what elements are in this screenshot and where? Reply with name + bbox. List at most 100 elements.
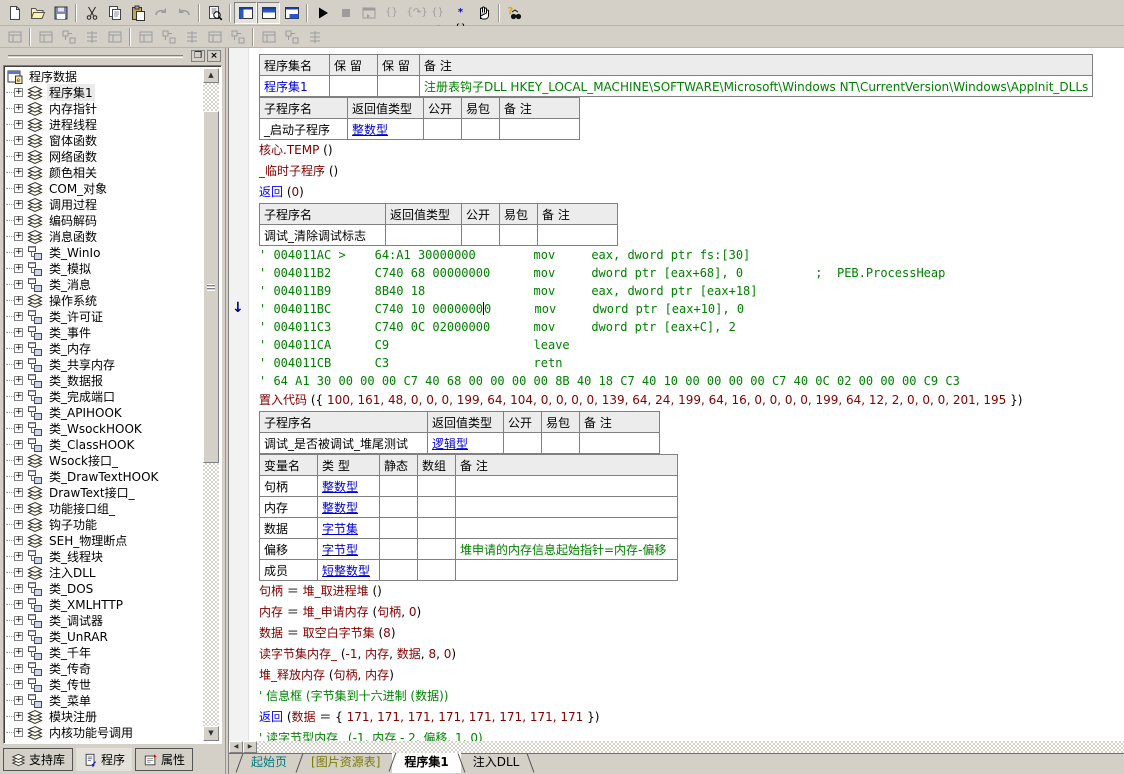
tree-item-类_事件[interactable]: +类_事件 [6, 324, 203, 340]
asm-comment-line[interactable]: ' 004011C3 C740 0C 02000000 mov dword pt… [259, 318, 1124, 336]
undo-button[interactable] [172, 2, 195, 24]
cut-button[interactable] [80, 2, 103, 24]
tree-expand-icon[interactable]: + [14, 632, 23, 641]
help-search-button[interactable]: ? [503, 2, 526, 24]
tree-item-操作系统[interactable]: +操作系统 [6, 292, 203, 308]
tree-expand-icon[interactable]: + [14, 280, 23, 289]
run-to-cursor-button[interactable]: *{} [449, 2, 472, 24]
tree-item-类_XMLHTTP[interactable]: +类_XMLHTTP [6, 596, 203, 612]
tree-expand-icon[interactable]: + [14, 152, 23, 161]
hscroll-track[interactable] [257, 741, 1124, 753]
tree-item-模块注册[interactable]: +模块注册 [6, 708, 203, 724]
tree-item-调用过程[interactable]: +调用过程 [6, 196, 203, 212]
doc-tab-起始页[interactable]: 起始页 [239, 754, 299, 772]
scroll-down-icon[interactable]: ▼ [203, 726, 219, 741]
asm-comment-line[interactable]: ' 64 A1 30 00 00 00 C7 40 68 00 00 00 00… [259, 372, 1124, 390]
tree-expand-icon[interactable]: + [14, 600, 23, 609]
find-button[interactable] [203, 2, 226, 24]
tree-expand-icon[interactable]: + [14, 328, 23, 337]
tree-item-类_消息[interactable]: +类_消息 [6, 276, 203, 292]
tree-item-编码解码[interactable]: +编码解码 [6, 212, 203, 228]
open-file-button[interactable] [26, 2, 49, 24]
tree-item-类_数据报[interactable]: +类_数据报 [6, 372, 203, 388]
panel-drag-grip[interactable] [8, 55, 183, 58]
table-cell[interactable] [380, 476, 418, 497]
tree-item-类_共享内存[interactable]: +类_共享内存 [6, 356, 203, 372]
table-cell[interactable] [330, 76, 378, 97]
tree-item-功能接口组_[interactable]: +功能接口组_ [6, 500, 203, 516]
code-line[interactable]: _临时子程序 () [259, 161, 1124, 182]
tree-item-DrawText接口_[interactable]: +DrawText接口_ [6, 484, 203, 500]
table-cell[interactable] [456, 497, 678, 518]
tree-expand-icon[interactable]: + [14, 552, 23, 561]
table-cell[interactable]: 内存 [260, 497, 318, 518]
table-cell[interactable]: 调试_是否被调试_堆尾测试 [260, 433, 428, 454]
code-line[interactable]: 核心.TEMP () [259, 140, 1124, 161]
tree-expand-icon[interactable]: + [14, 728, 23, 737]
tree-expand-icon[interactable]: + [14, 88, 23, 97]
tree-expand-icon[interactable]: + [14, 648, 23, 657]
asm-comment-line[interactable]: ' 004011B9 8B40 18 mov eax, dword ptr [e… [259, 282, 1124, 300]
pause-button[interactable] [472, 2, 495, 24]
table-cell[interactable] [580, 433, 660, 454]
table-cell[interactable] [500, 225, 538, 246]
add-widget-button[interactable] [57, 27, 80, 46]
table-cell[interactable] [380, 539, 418, 560]
tree-expand-icon[interactable]: + [14, 456, 23, 465]
tree-scroll-track[interactable] [203, 83, 219, 726]
tree-expand-icon[interactable]: + [14, 344, 23, 353]
same-height-button[interactable] [280, 27, 303, 46]
table-cell[interactable]: 数据 [260, 518, 318, 539]
align-center-button[interactable] [157, 27, 180, 46]
tree-item-类_APIHOOK[interactable]: +类_APIHOOK [6, 404, 203, 420]
step-over-button[interactable]: {↷} [403, 2, 426, 24]
panel-tab-属性[interactable]: 属性 [135, 748, 193, 771]
tree-expand-icon[interactable]: + [14, 136, 23, 145]
scroll-right-icon[interactable]: ▶ [243, 741, 257, 753]
tree-item-类_DrawTextHOOK[interactable]: +类_DrawTextHOOK [6, 468, 203, 484]
tree-expand-icon[interactable]: + [14, 568, 23, 577]
table-cell[interactable] [386, 225, 462, 246]
code-line[interactable]: 堆_释放内存 (句柄, 内存) [259, 665, 1124, 686]
table-cell[interactable] [380, 497, 418, 518]
step-out-button[interactable]: {}↗ [426, 2, 449, 24]
doc-tab-注入DLL[interactable]: 注入DLL [461, 754, 532, 772]
tree-expand-icon[interactable]: + [14, 200, 23, 209]
code-line[interactable]: 返回 (0) [259, 182, 1124, 203]
tree-item-类_ClassHOOK[interactable]: +类_ClassHOOK [6, 436, 203, 452]
editor-content[interactable]: 程序集名保 留保 留备 注程序集1注册表钩子DLL HKEY_LOCAL_MAC… [250, 48, 1124, 741]
code-editor[interactable]: ↓ 程序集名保 留保 留备 注程序集1注册表钩子DLL HKEY_LOCAL_M… [228, 48, 1124, 774]
tree-item-注入DLL[interactable]: +注入DLL [6, 564, 203, 580]
tree-expand-icon[interactable]: + [14, 584, 23, 593]
align-middle-button[interactable] [203, 27, 226, 46]
code-line[interactable]: 读字节集内存_ (-1, 内存, 数据, 8, 0) [259, 644, 1124, 665]
tree-item-类_模拟[interactable]: +类_模拟 [6, 260, 203, 276]
redo-button[interactable] [149, 2, 172, 24]
table-cell[interactable] [380, 560, 418, 581]
form-designer-button[interactable] [3, 27, 26, 46]
table-cell[interactable]: 字节集 [318, 518, 380, 539]
tree-item-消息函数[interactable]: +消息函数 [6, 228, 203, 244]
tree-expand-icon[interactable]: + [14, 120, 23, 129]
table-cell[interactable] [538, 225, 618, 246]
tree-item-类_WsockHOOK[interactable]: +类_WsockHOOK [6, 420, 203, 436]
table-cell[interactable]: 整数型 [318, 497, 380, 518]
tab-order-button[interactable] [34, 27, 57, 46]
table-cell[interactable] [424, 119, 462, 140]
table-cell[interactable]: 偏移 [260, 539, 318, 560]
code-line[interactable]: 句柄 ＝ 堆_取进程堆 () [259, 581, 1124, 602]
tree-expand-icon[interactable]: + [14, 520, 23, 529]
tree-expand-icon[interactable]: + [14, 696, 23, 705]
scroll-left-icon[interactable]: ◀ [229, 741, 243, 753]
code-line[interactable]: 返回 (数据 ＝ { 171, 171, 171, 171, 171, 171,… [259, 707, 1124, 728]
code-line[interactable]: ' 读字节型内存_ (-1, 内存 - 2, 偏移, 1, 0) [259, 728, 1124, 741]
tree-item-类_传奇[interactable]: +类_传奇 [6, 660, 203, 676]
table-cell[interactable]: 注册表钩子DLL HKEY_LOCAL_MACHINE\SOFTWARE\Mic… [420, 76, 1093, 97]
table-cell[interactable] [462, 119, 500, 140]
tree-expand-icon[interactable]: + [14, 264, 23, 273]
same-size-button[interactable] [303, 27, 326, 46]
table-cell[interactable] [418, 560, 456, 581]
scroll-up-icon[interactable]: ▲ [203, 68, 219, 83]
table-cell[interactable]: 字节型 [318, 539, 380, 560]
table-cell[interactable] [456, 476, 678, 497]
